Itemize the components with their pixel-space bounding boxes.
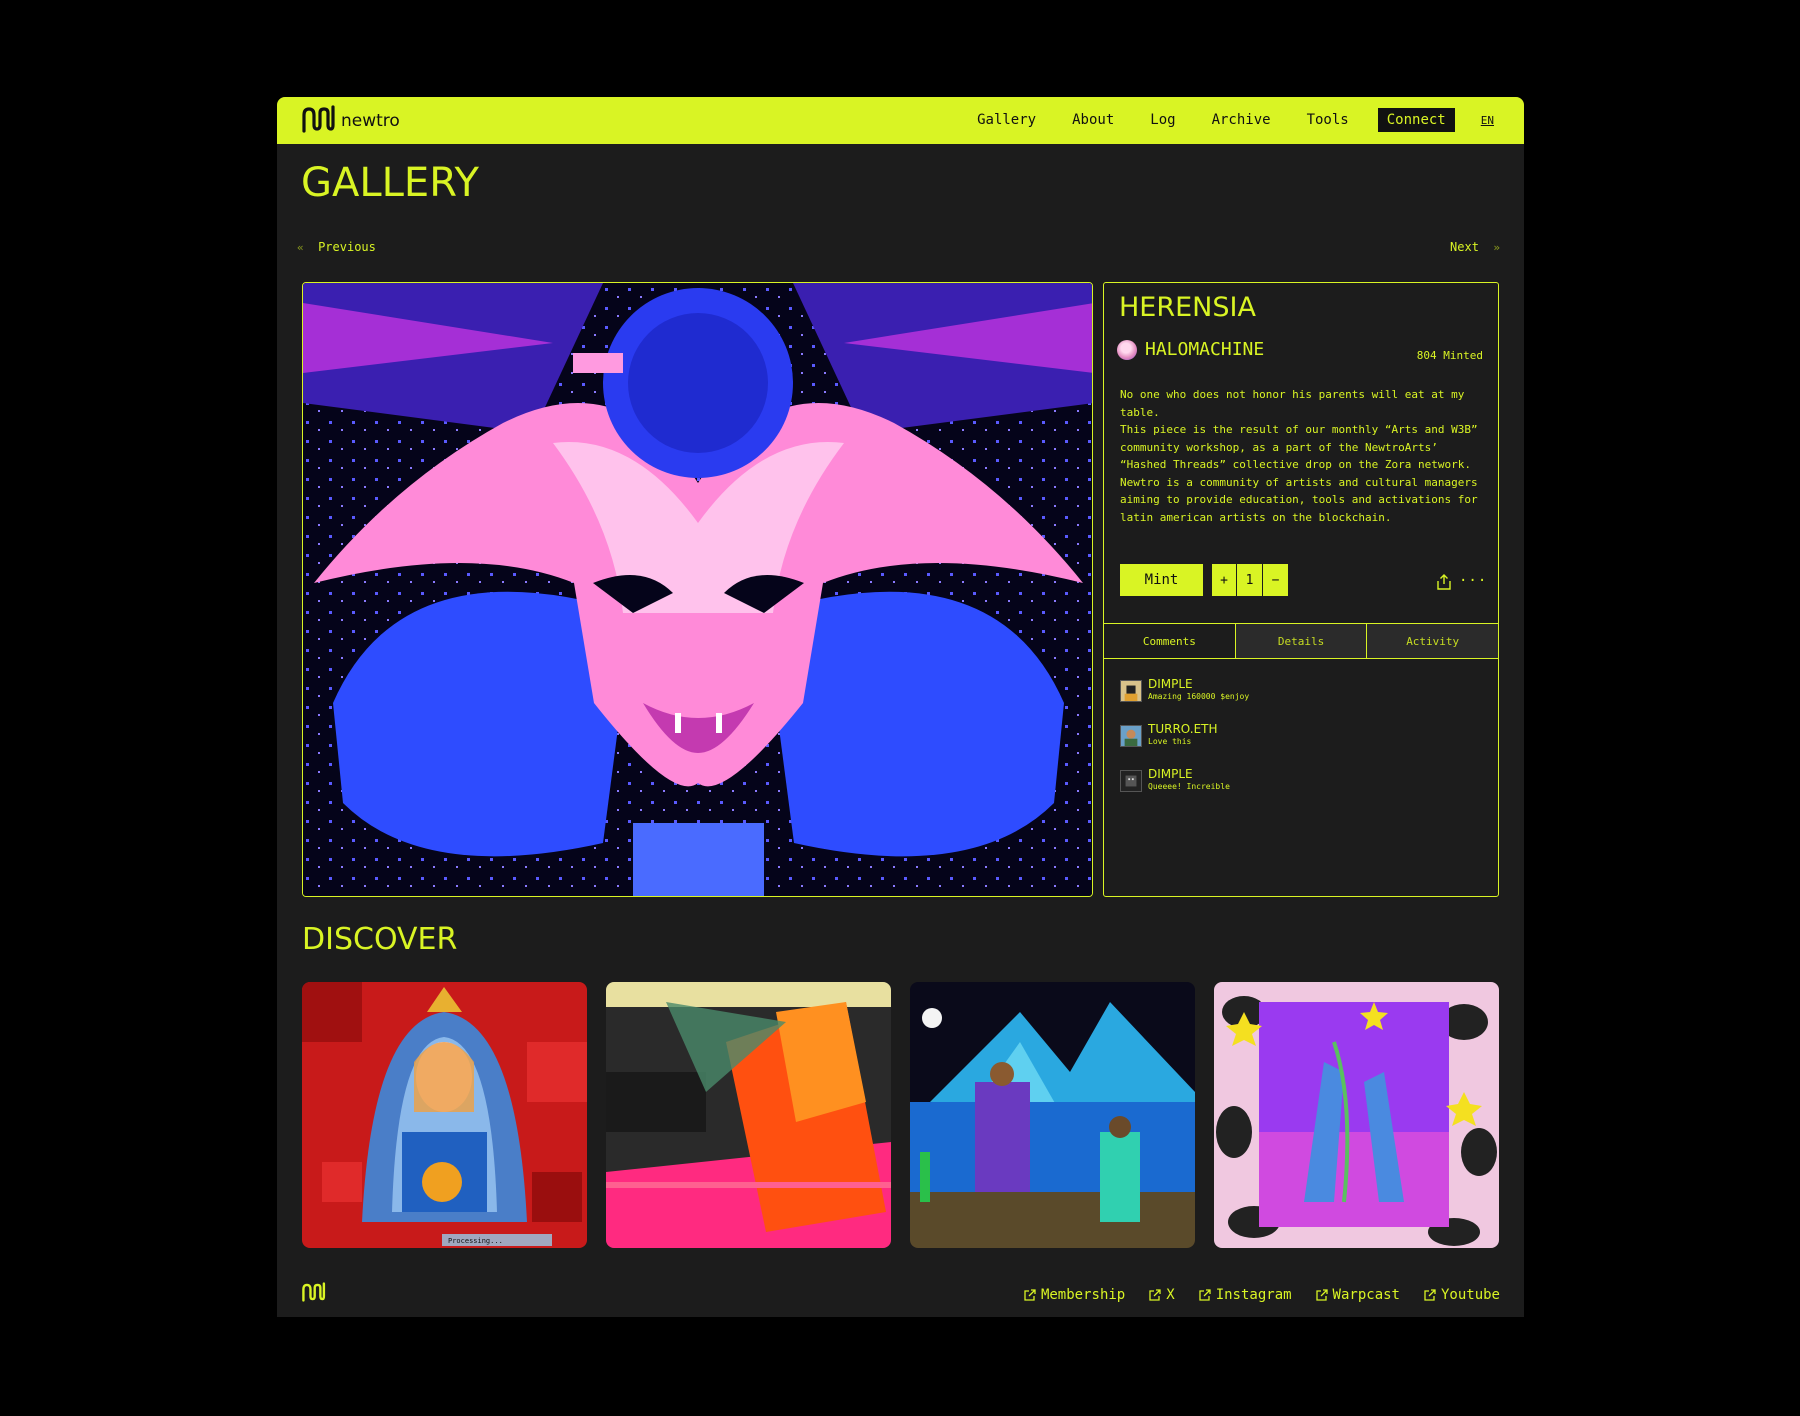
nav-about[interactable]: About: [1072, 112, 1114, 128]
nav-gallery[interactable]: Gallery: [977, 112, 1036, 128]
comment-text: Queeee! Increible: [1148, 782, 1230, 791]
quantity-value: 1: [1237, 564, 1263, 596]
discover-card-1[interactable]: Processing...: [302, 982, 587, 1248]
tab-activity[interactable]: Activity: [1367, 624, 1499, 658]
footer-link-label: X: [1166, 1287, 1175, 1303]
comment-user[interactable]: TURRO.ETH: [1148, 723, 1218, 736]
footer-link-warpcast[interactable]: Warpcast: [1315, 1287, 1400, 1303]
processing-label: Processing...: [448, 1237, 503, 1245]
footer-link-membership[interactable]: Membership: [1024, 1287, 1125, 1303]
discover-cards: Processing...: [302, 982, 1499, 1248]
description-line-3: Newtro is a community of artists and cul…: [1120, 475, 1478, 524]
discover-card-4[interactable]: [1214, 982, 1499, 1248]
piece-details-panel: HERENSIA HALOMACHINE 804 Minted No one w…: [1103, 282, 1499, 897]
external-link-icon: [1024, 1289, 1036, 1301]
double-chevron-right-icon: »: [1493, 241, 1500, 254]
newtro-logo-icon: [302, 105, 335, 133]
footer-links: Membership X Instagram Warpcast Youtube: [1024, 1287, 1500, 1303]
footer-link-youtube[interactable]: Youtube: [1424, 1287, 1500, 1303]
decrement-button[interactable]: −: [1263, 564, 1288, 596]
more-options-icon[interactable]: ···: [1459, 573, 1487, 589]
detail-tabs: Comments Details Activity: [1104, 623, 1499, 659]
nav-log[interactable]: Log: [1150, 112, 1175, 128]
external-link-icon: [1424, 1289, 1436, 1301]
footer-link-x[interactable]: X: [1149, 1287, 1175, 1303]
discover-card-2[interactable]: [606, 982, 891, 1248]
share-icon[interactable]: [1437, 574, 1451, 590]
commenter-avatar[interactable]: [1120, 770, 1142, 792]
next-label: Next: [1450, 240, 1479, 254]
quantity-stepper: + 1 −: [1212, 564, 1288, 596]
description-line-2: This piece is the result of our monthly …: [1120, 423, 1478, 471]
footer-link-label: Warpcast: [1332, 1287, 1400, 1303]
brand-logo[interactable]: newtro: [302, 105, 400, 133]
tab-comments[interactable]: Comments: [1104, 624, 1236, 658]
brand-name: newtro: [341, 111, 400, 131]
artwork-image: [302, 282, 1093, 897]
external-link-icon: [1315, 1289, 1328, 1301]
artist-avatar: [1117, 339, 1137, 360]
increment-button[interactable]: +: [1212, 564, 1237, 596]
minted-count: 804 Minted: [1416, 349, 1483, 362]
connect-button[interactable]: Connect: [1377, 108, 1455, 132]
page-title: GALLERY: [301, 160, 479, 206]
discover-title: DISCOVER: [302, 922, 458, 957]
artist-name: HALOMACHINE: [1145, 339, 1265, 360]
piece-title: HERENSIA: [1119, 292, 1256, 323]
footer-link-instagram[interactable]: Instagram: [1199, 1287, 1292, 1303]
language-switch[interactable]: EN: [1481, 114, 1494, 127]
comment-item: DIMPLE Amazing 160000 $enjoy: [1120, 678, 1249, 723]
top-navbar: newtro Gallery About Log Archive Tools C…: [277, 97, 1524, 144]
previous-link[interactable]: « Previous: [297, 240, 376, 254]
commenter-avatar[interactable]: [1120, 680, 1142, 702]
comment-text: Love this: [1148, 737, 1192, 746]
commenter-avatar[interactable]: [1120, 725, 1142, 747]
discover-card-3[interactable]: [910, 982, 1195, 1248]
footer-link-label: Membership: [1040, 1287, 1126, 1303]
tab-details[interactable]: Details: [1235, 624, 1368, 658]
external-link-icon: [1149, 1289, 1161, 1301]
previous-label: Previous: [318, 240, 376, 254]
footer-logo-icon[interactable]: [302, 1282, 326, 1302]
app-window: newtro Gallery About Log Archive Tools C…: [277, 97, 1524, 1317]
comment-text: Amazing 160000 $enjoy: [1148, 692, 1250, 701]
next-link[interactable]: Next »: [1450, 240, 1500, 254]
comment-user[interactable]: DIMPLE: [1148, 678, 1249, 691]
comment-user[interactable]: DIMPLE: [1148, 768, 1230, 781]
description-line-1: No one who does not honor his parents wi…: [1120, 388, 1465, 419]
nav-archive[interactable]: Archive: [1212, 112, 1271, 128]
main-nav: Gallery About Log Archive Tools Connect …: [977, 108, 1494, 132]
double-chevron-left-icon: «: [297, 241, 304, 254]
artist-link[interactable]: HALOMACHINE: [1117, 339, 1264, 360]
footer-link-label: Instagram: [1215, 1287, 1292, 1303]
footer-link-label: Youtube: [1440, 1287, 1500, 1303]
external-link-icon: [1199, 1289, 1211, 1301]
comment-item: TURRO.ETH Love this: [1120, 723, 1249, 768]
mint-button[interactable]: Mint: [1120, 564, 1203, 596]
nav-tools[interactable]: Tools: [1307, 112, 1349, 128]
comments-list: DIMPLE Amazing 160000 $enjoy TURRO.ETH L…: [1120, 678, 1249, 813]
piece-description: No one who does not honor his parents wi…: [1120, 386, 1482, 526]
comment-item: DIMPLE Queeee! Increible: [1120, 768, 1249, 813]
